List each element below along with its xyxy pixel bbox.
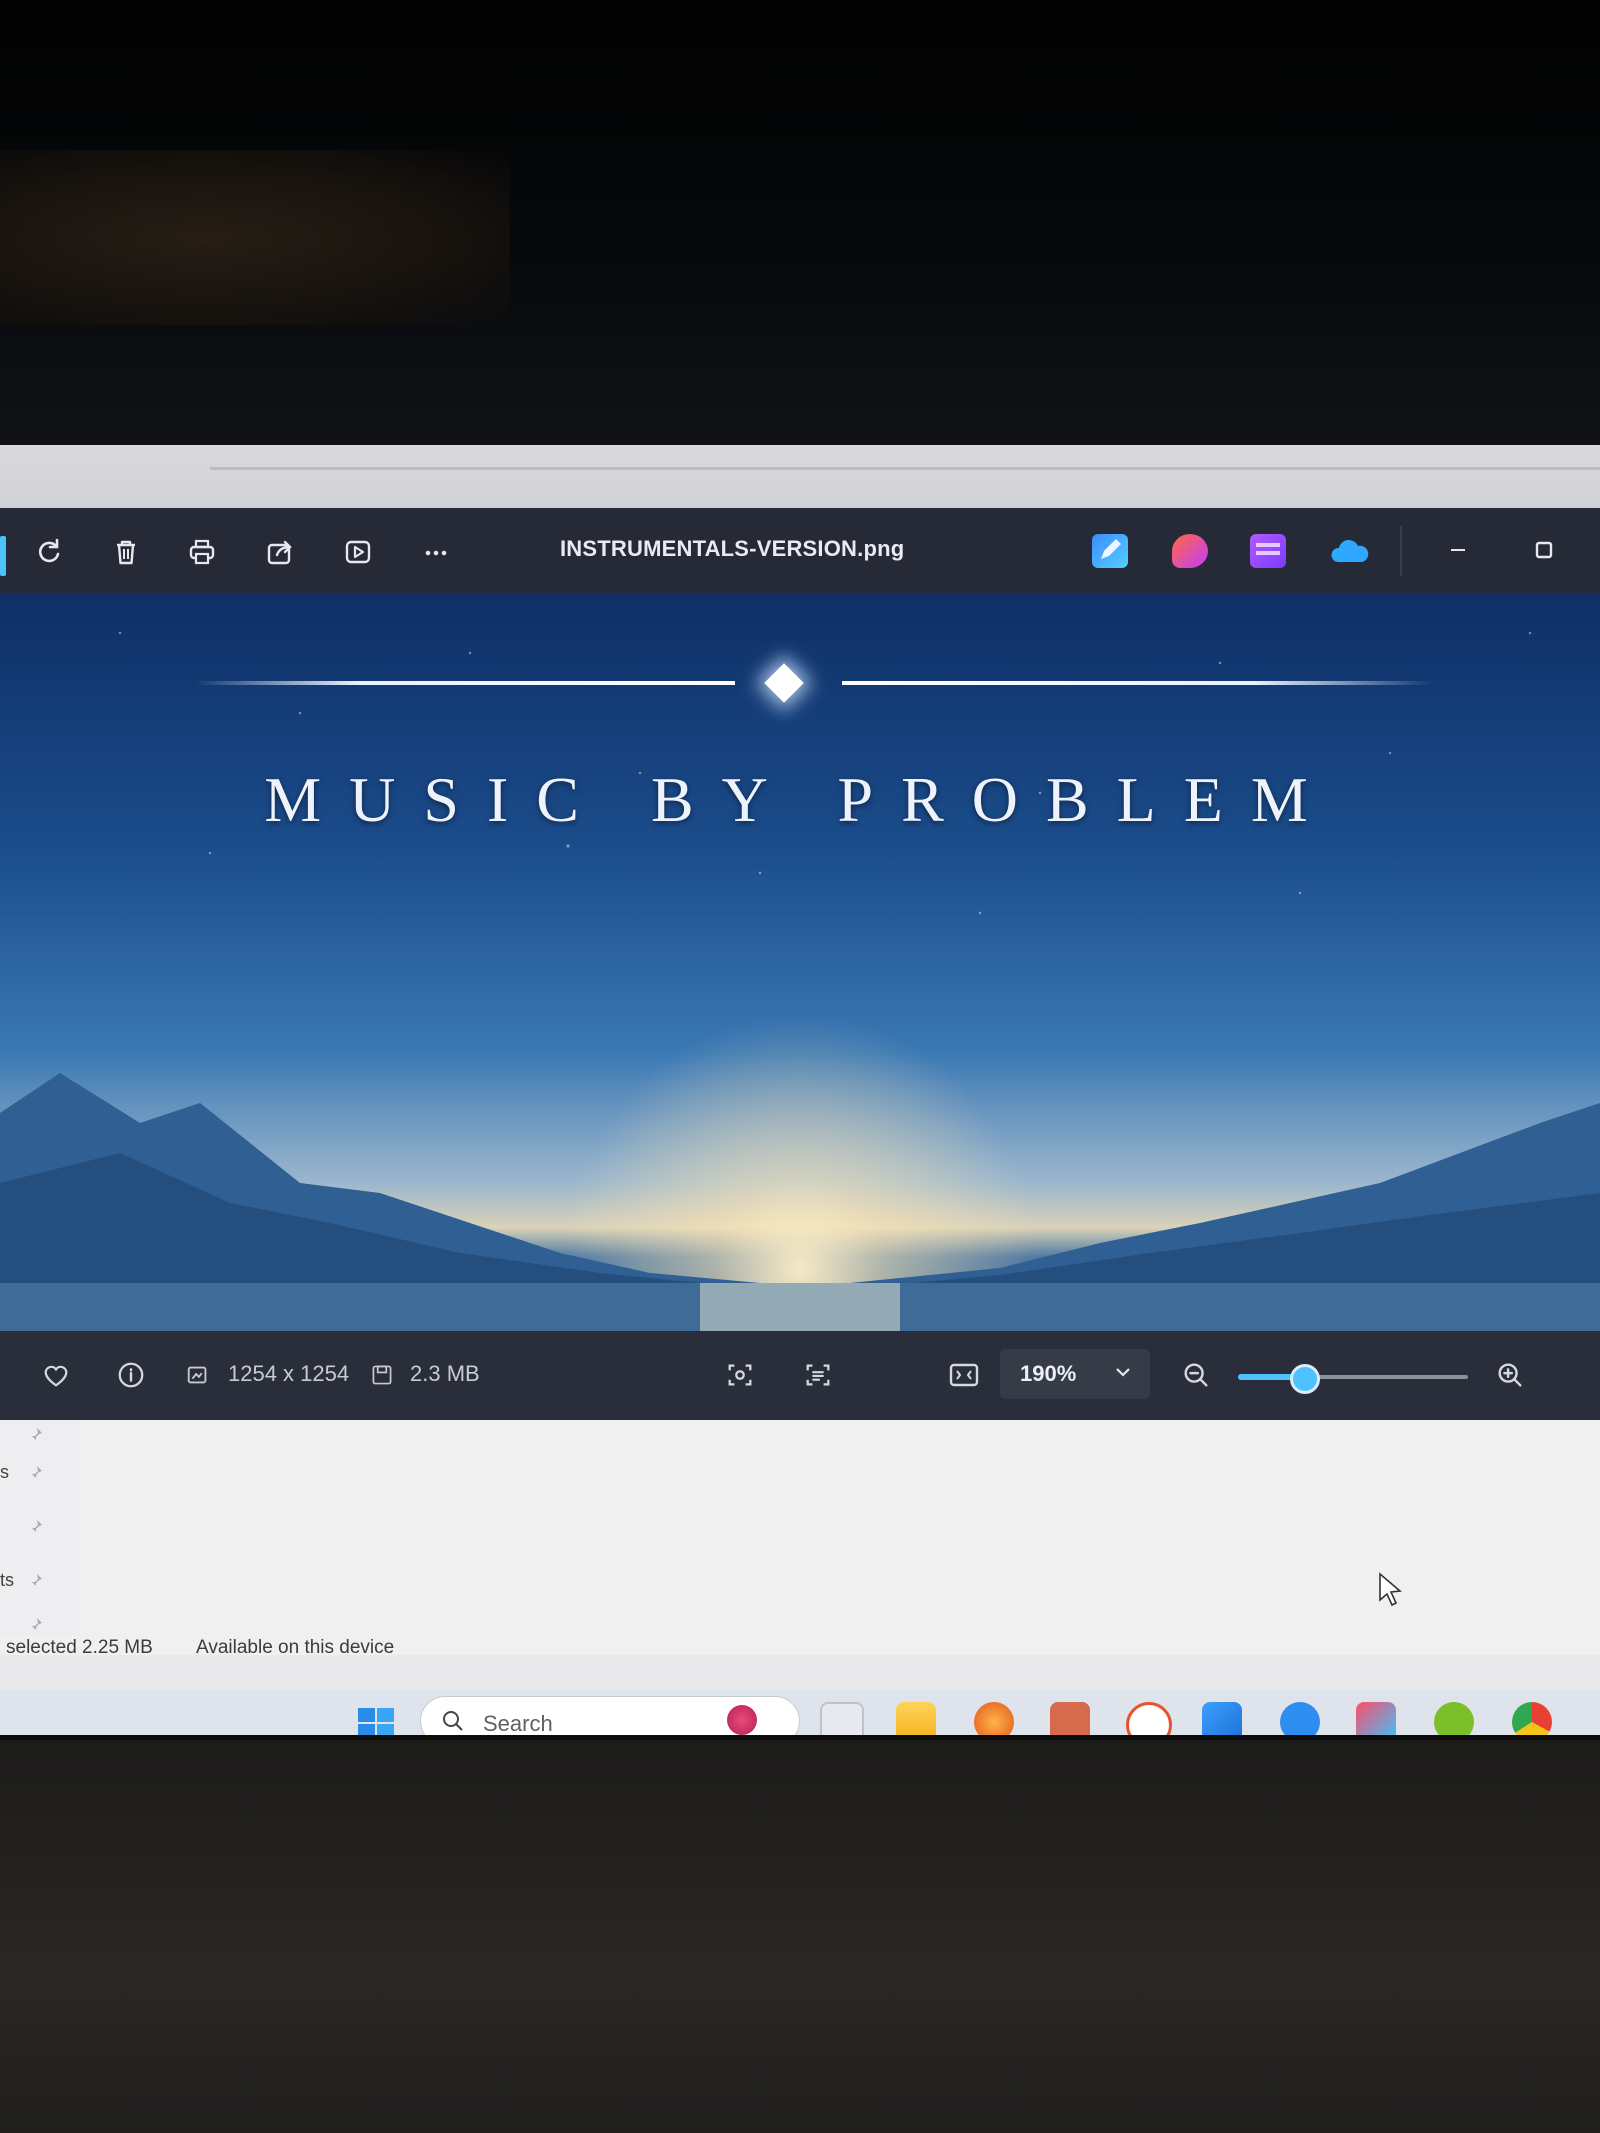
titlebar-divider — [1400, 526, 1402, 576]
decorative-line-left — [195, 681, 735, 685]
more-options-button[interactable] — [414, 530, 458, 574]
onedrive-icon[interactable] — [1328, 534, 1372, 568]
chevron-down-icon — [1116, 1368, 1130, 1377]
file-info-button[interactable] — [113, 1357, 149, 1393]
zoom-in-icon — [1498, 1363, 1522, 1387]
text-scan-button[interactable] — [800, 1357, 836, 1393]
image-headline: MUSIC BY PROBLEM — [264, 764, 1336, 835]
minimize-button[interactable] — [1436, 530, 1480, 570]
clipchamp-icon[interactable] — [1172, 534, 1208, 568]
desk-background-bottom — [0, 1740, 1600, 2133]
pin-icon — [31, 1466, 42, 1479]
search-placeholder: Search — [483, 1711, 553, 1736]
minimize-icon — [1451, 549, 1465, 551]
print-button[interactable] — [180, 530, 224, 574]
info-icon — [118, 1362, 144, 1388]
edit-app-icon[interactable] — [1092, 534, 1128, 568]
file-explorer-window: s ts selected 2.25 MB Available on this … — [0, 1420, 1600, 1658]
visual-search-icon — [728, 1364, 752, 1386]
search-highlight-icon — [727, 1705, 757, 1735]
dimensions-icon — [184, 1357, 212, 1393]
image-dimensions: 1254 x 1254 — [228, 1361, 350, 1386]
share-icon — [267, 540, 292, 565]
windows-taskbar: Search — [0, 1690, 1600, 1740]
visual-search-button[interactable] — [722, 1357, 758, 1393]
rotate-button[interactable] — [28, 530, 72, 574]
nav-item-fragment[interactable]: ts — [0, 1570, 14, 1591]
print-icon — [189, 539, 215, 565]
room-wall-blur — [0, 150, 510, 325]
background-window-strip — [0, 445, 1600, 513]
pin-icon — [31, 1574, 42, 1587]
zoom-value: 190% — [1020, 1361, 1077, 1386]
text-scan-icon — [806, 1364, 830, 1386]
photos-viewer-window: INSTRUMENTALS-VERSION.png MUSIC BY PROBL… — [0, 508, 1600, 1420]
slideshow-icon — [345, 540, 371, 564]
more-icon — [425, 550, 447, 556]
file-name-title: INSTRUMENTALS-VERSION.png — [560, 536, 905, 561]
rotate-icon — [38, 538, 60, 563]
nav-item-fragment[interactable]: s — [0, 1462, 9, 1483]
zoom-in-button[interactable] — [1492, 1357, 1528, 1393]
taskbar-search-box[interactable]: Search — [420, 1696, 800, 1740]
pin-icon — [31, 1520, 42, 1533]
pin-icon — [31, 1428, 42, 1441]
status-availability: Available on this device — [196, 1637, 395, 1658]
delete-button[interactable] — [104, 530, 148, 574]
viewer-info-bar: 1254 x 1254 2.3 MB 190% — [0, 1331, 1600, 1420]
fit-to-window-button[interactable] — [946, 1357, 982, 1393]
slideshow-button[interactable] — [336, 530, 380, 574]
displayed-image[interactable]: MUSIC BY PROBLEM — [0, 593, 1600, 1331]
favorite-button[interactable] — [38, 1357, 74, 1393]
zoom-dropdown[interactable]: 190% — [1000, 1349, 1150, 1399]
heart-icon — [44, 1365, 68, 1387]
mouse-cursor-icon — [1379, 1572, 1402, 1607]
video-editor-icon[interactable] — [1250, 534, 1286, 568]
status-selection: selected 2.25 MB — [6, 1637, 153, 1658]
search-icon — [443, 1711, 463, 1731]
pin-icon — [31, 1618, 42, 1631]
monitor-screen: INSTRUMENTALS-VERSION.png MUSIC BY PROBL… — [0, 445, 1600, 1740]
fit-window-icon — [949, 1363, 979, 1387]
save-disk-icon — [368, 1357, 396, 1393]
zoom-slider-thumb[interactable] — [1290, 1364, 1320, 1394]
image-mountains — [0, 1073, 1600, 1331]
maximize-button[interactable] — [1522, 530, 1566, 570]
share-button[interactable] — [258, 530, 302, 574]
viewer-titlebar: INSTRUMENTALS-VERSION.png — [0, 508, 1600, 593]
delete-icon — [117, 540, 135, 565]
active-indicator — [0, 536, 6, 576]
file-size: 2.3 MB — [410, 1361, 480, 1386]
zoom-out-icon — [1184, 1363, 1208, 1387]
decorative-line-right — [842, 681, 1432, 685]
explorer-nav-pane: s ts — [0, 1420, 80, 1635]
zoom-out-button[interactable] — [1178, 1357, 1214, 1393]
maximize-icon — [1535, 541, 1553, 559]
